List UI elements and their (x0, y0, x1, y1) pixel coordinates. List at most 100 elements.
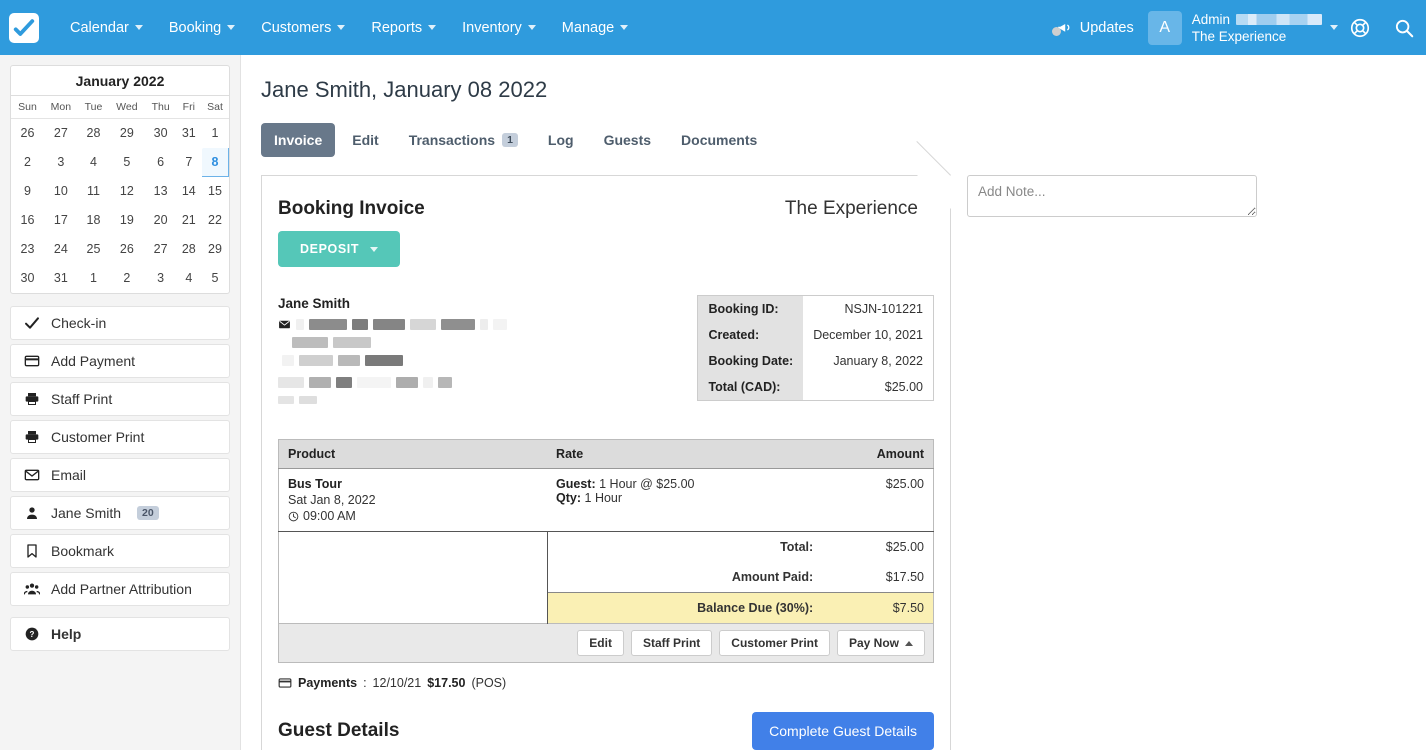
qty-label: Qty: (556, 491, 582, 505)
calendar-day-30[interactable]: 30 (12, 264, 44, 293)
calendar-day-22[interactable]: 22 (202, 206, 229, 235)
amount-paid-label: Amount Paid: (731, 570, 814, 584)
chevron-down-icon (620, 25, 629, 30)
sidebar-item-bookmark[interactable]: Bookmark (10, 534, 230, 568)
calendar-day-29[interactable]: 29 (109, 119, 146, 148)
invoice-customer-print-button[interactable]: Customer Print (719, 630, 830, 656)
payment-amount: $17.50 (427, 676, 466, 690)
payments-separator: : (363, 676, 367, 690)
sidebar-item-check-in[interactable]: Check-in (10, 306, 230, 340)
invoice-edit-button[interactable]: Edit (577, 630, 624, 656)
user-menu[interactable]: Admin The Experience (1192, 11, 1322, 45)
calendar-day-7[interactable]: 7 (176, 148, 201, 177)
sidebar-item-add-partner-attribution[interactable]: Add Partner Attribution (10, 572, 230, 606)
sidebar-item-label: Add Partner Attribution (51, 581, 192, 597)
calendar-day-11[interactable]: 11 (78, 177, 108, 206)
nav-item-customers[interactable]: Customers (248, 0, 358, 55)
chevron-down-icon (527, 25, 536, 30)
total-value: $25.00 (822, 531, 934, 562)
calendar-day-16[interactable]: 16 (12, 206, 44, 235)
calendar-day-2[interactable]: 2 (12, 148, 44, 177)
calendar-day-20[interactable]: 20 (145, 206, 176, 235)
invoice-staff-print-button[interactable]: Staff Print (630, 630, 713, 656)
calendar-day-26[interactable]: 26 (109, 235, 146, 264)
calendar-day-5[interactable]: 5 (109, 148, 146, 177)
calendar-day-12[interactable]: 12 (109, 177, 146, 206)
calendar-day-19[interactable]: 19 (109, 206, 146, 235)
tab-documents[interactable]: Documents (668, 123, 770, 157)
calendar-day-18[interactable]: 18 (78, 206, 108, 235)
calendar-day-13[interactable]: 13 (145, 177, 176, 206)
calendar-day-30[interactable]: 30 (145, 119, 176, 148)
calendar-day-4[interactable]: 4 (176, 264, 201, 293)
meta-value: NSJN-101221 (803, 295, 934, 322)
calendar-day-29[interactable]: 29 (202, 235, 229, 264)
sidebar-item-help[interactable]: ? Help (10, 617, 230, 651)
calendar-day-3[interactable]: 3 (145, 264, 176, 293)
calendar-day-26[interactable]: 26 (12, 119, 44, 148)
rate-label: Guest: (556, 477, 596, 491)
calendar-day-4[interactable]: 4 (78, 148, 108, 177)
calendar-day-15[interactable]: 15 (202, 177, 229, 206)
calendar-day-14[interactable]: 14 (176, 177, 201, 206)
calendar-day-21[interactable]: 21 (176, 206, 201, 235)
calendar-day-28[interactable]: 28 (78, 119, 108, 148)
meta-value: $25.00 (803, 374, 934, 401)
calendar-day-27[interactable]: 27 (43, 119, 78, 148)
calendar-day-28[interactable]: 28 (176, 235, 201, 264)
calendar-week-row: 26 27 28 29 30 31 1 (12, 119, 229, 148)
chevron-down-icon[interactable] (1330, 25, 1338, 30)
sidebar-item-email[interactable]: Email (10, 458, 230, 492)
calendar-day-31[interactable]: 31 (176, 119, 201, 148)
invoice-pay-now-button[interactable]: Pay Now (836, 630, 925, 656)
nav-item-calendar[interactable]: Calendar (57, 0, 156, 55)
tab-label: Guests (603, 132, 652, 148)
avatar[interactable]: A (1147, 10, 1182, 45)
calendar-day-25[interactable]: 25 (78, 235, 108, 264)
weekday: Wed (108, 96, 146, 119)
nav-item-inventory[interactable]: Inventory (449, 0, 549, 55)
calendar-day-9[interactable]: 9 (12, 177, 44, 206)
calendar-day-23[interactable]: 23 (12, 235, 44, 264)
deposit-status-button[interactable]: DEPOSIT (278, 231, 401, 267)
deposit-label: DEPOSIT (300, 242, 360, 256)
calendar-day-8[interactable]: 8 (201, 147, 229, 177)
weekday: Mon (43, 96, 79, 119)
app-logo[interactable] (9, 12, 39, 43)
search-button[interactable] (1382, 0, 1426, 55)
calendar-day-3[interactable]: 3 (43, 148, 78, 177)
user-org: The Experience (1191, 28, 1287, 44)
nav-item-reports[interactable]: Reports (358, 0, 449, 55)
chevron-down-icon (428, 25, 437, 30)
help-button[interactable] (1338, 0, 1382, 55)
sidebar-item-label: Help (51, 626, 82, 642)
tab-invoice[interactable]: Invoice (261, 123, 336, 157)
updates-button[interactable]: Updates (1042, 19, 1148, 36)
product-time: 09:00 AM (303, 509, 356, 523)
complete-guest-details-button[interactable]: Complete Guest Details (752, 712, 934, 750)
calendar-day-1[interactable]: 1 (78, 264, 108, 293)
tab-transactions[interactable]: Transactions 1 (396, 123, 531, 157)
top-navigation-bar: Calendar Booking Customers Reports Inven… (0, 0, 1426, 55)
calendar-day-6[interactable]: 6 (145, 148, 176, 177)
calendar-day-27[interactable]: 27 (145, 235, 176, 264)
tab-guests[interactable]: Guests (591, 123, 664, 157)
calendar-day-1[interactable]: 1 (202, 119, 229, 148)
sidebar-item-add-payment[interactable]: Add Payment (10, 344, 230, 378)
calendar-day-10[interactable]: 10 (43, 177, 78, 206)
sidebar-item-customer-print[interactable]: Customer Print (10, 420, 230, 454)
tab-log[interactable]: Log (535, 123, 587, 157)
calendar-day-17[interactable]: 17 (43, 206, 78, 235)
add-note-input[interactable] (967, 175, 1257, 217)
calendar-day-24[interactable]: 24 (43, 235, 78, 264)
nav-item-manage[interactable]: Manage (549, 0, 641, 55)
sidebar-item-staff-print[interactable]: Staff Print (10, 382, 230, 416)
calendar-day-5[interactable]: 5 (202, 264, 229, 293)
calendar-day-2[interactable]: 2 (109, 264, 146, 293)
calendar-day-31[interactable]: 31 (43, 264, 78, 293)
sidebar-item-jane-smith[interactable]: Jane Smith 20 (10, 496, 230, 530)
user-icon (27, 507, 37, 519)
tab-edit[interactable]: Edit (339, 123, 391, 157)
nav-item-booking[interactable]: Booking (156, 0, 248, 55)
invoice-line-items-table: Product Rate Amount Bus Tour Sat Jan 8, … (278, 439, 934, 663)
